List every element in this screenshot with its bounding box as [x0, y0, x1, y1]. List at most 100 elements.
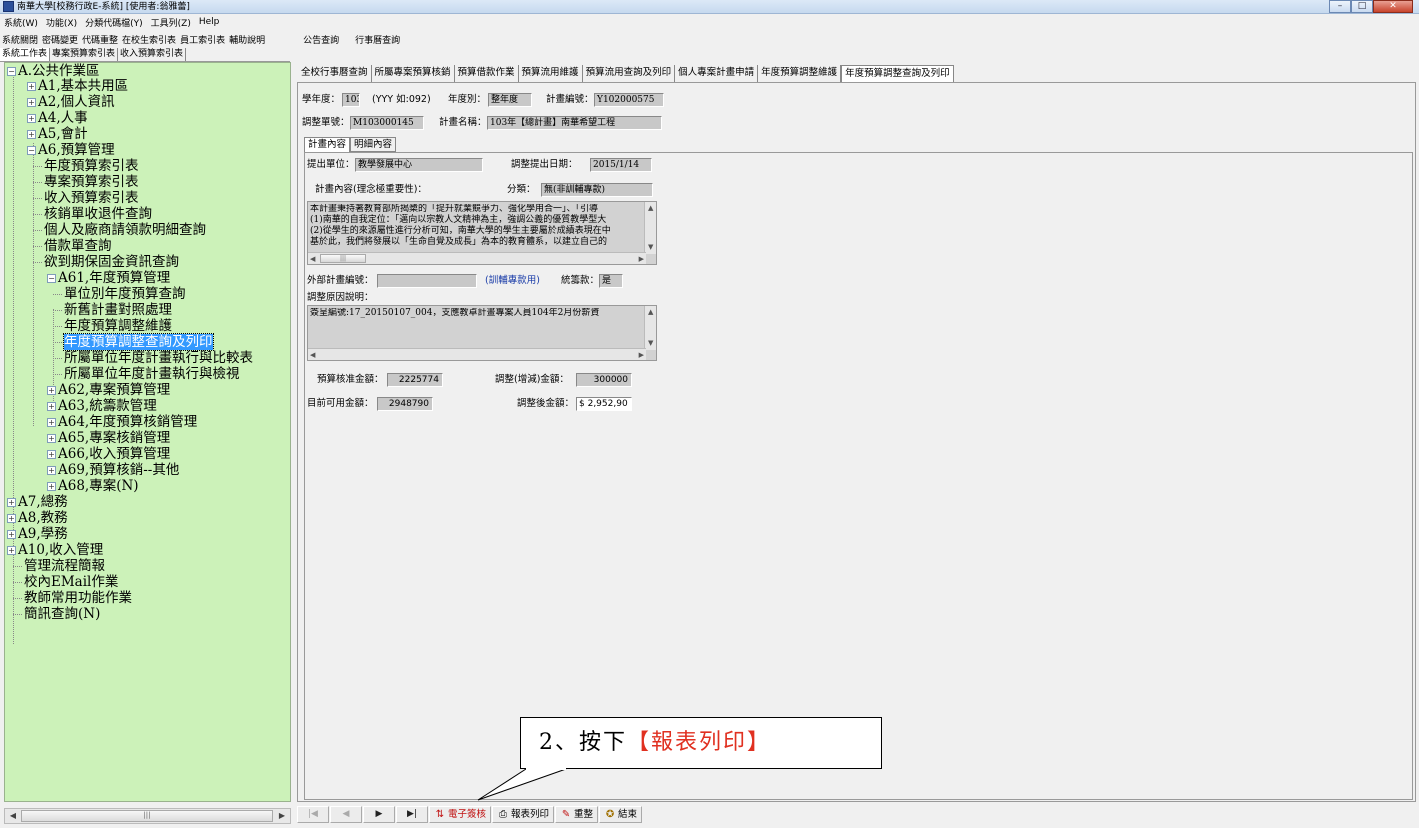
tree-node-a9[interactable]: + A9,學務: [7, 527, 68, 542]
tree-node-a2[interactable]: + A2,個人資訊: [27, 95, 115, 110]
collapse-icon[interactable]: −: [27, 146, 36, 155]
plan-no-field[interactable]: Y102000575: [594, 93, 664, 107]
reason-vertical-scrollbar[interactable]: ▲ ▼: [644, 306, 656, 350]
available-amount-field[interactable]: 2948790: [377, 397, 433, 411]
print-report-button[interactable]: ⎙ 報表列印: [492, 806, 555, 823]
scroll-left-icon[interactable]: ◀: [310, 350, 315, 360]
tree-horizontal-scrollbar[interactable]: ◀ ||| ▶: [4, 808, 291, 824]
tree-leaf[interactable]: 個人及廠商請領款明細查詢: [33, 223, 206, 238]
tree-node-a62[interactable]: + A62,專案預算管理: [47, 383, 170, 398]
expand-icon[interactable]: +: [27, 114, 36, 123]
tab-income-budget-index[interactable]: 收入預算索引表: [118, 48, 187, 61]
tab-budget-adjust-query[interactable]: 年度預算調整查詢及列印: [841, 65, 954, 82]
scroll-up-icon[interactable]: ▲: [648, 307, 653, 318]
category-field[interactable]: 無(非訓輔專款): [541, 183, 653, 197]
tree-leaf[interactable]: 校內EMail作業: [13, 575, 118, 590]
tab-plan-content[interactable]: 計畫內容: [304, 137, 351, 152]
expand-icon[interactable]: +: [7, 546, 16, 555]
close-button[interactable]: ✕: [1373, 0, 1413, 13]
scroll-right-icon[interactable]: ▶: [275, 810, 289, 822]
ext-plan-field[interactable]: [377, 274, 477, 288]
menu-calendar[interactable]: 行事曆查詢: [353, 33, 402, 46]
expand-icon[interactable]: +: [47, 386, 56, 395]
last-record-button[interactable]: ▶|: [396, 806, 428, 823]
tree-node-a10[interactable]: + A10,收入管理: [7, 543, 103, 558]
adjust-no-field[interactable]: M103000145: [350, 116, 424, 130]
tree-node-a69[interactable]: + A69,預算核銷--其他: [47, 463, 179, 478]
menu-staff-index[interactable]: 員工索引表: [178, 33, 227, 46]
scroll-thumb[interactable]: |||: [320, 254, 366, 263]
scroll-down-icon[interactable]: ▼: [648, 338, 653, 349]
tree-leaf[interactable]: 年度預算索引表: [33, 159, 139, 174]
tree-leaf[interactable]: 教師常用功能作業: [13, 591, 132, 606]
tree-node-a63[interactable]: + A63,統籌款管理: [47, 399, 157, 414]
expand-icon[interactable]: +: [27, 98, 36, 107]
tree-leaf[interactable]: 所屬單位年度計畫執行與檢視: [53, 367, 240, 382]
maximize-button[interactable]: □: [1351, 0, 1373, 13]
scroll-up-icon[interactable]: ▲: [648, 203, 653, 214]
tree-node-a64[interactable]: + A64,年度預算核銷管理: [47, 415, 197, 430]
content-vertical-scrollbar[interactable]: ▲ ▼: [644, 202, 656, 254]
pooled-field[interactable]: 是: [599, 274, 623, 288]
expand-icon[interactable]: +: [27, 130, 36, 139]
date-field[interactable]: 2015/1/14: [590, 158, 652, 172]
tree-node-a8[interactable]: + A8,教務: [7, 511, 68, 526]
menu-system[interactable]: 系統(W): [2, 16, 44, 29]
tree-leaf[interactable]: 所屬單位年度計畫執行與比較表: [53, 351, 253, 366]
expand-icon[interactable]: +: [7, 498, 16, 507]
scroll-thumb[interactable]: |||: [21, 810, 273, 822]
scroll-right-icon[interactable]: ▶: [639, 254, 644, 264]
tree-leaf[interactable]: 專案預算索引表: [33, 175, 139, 190]
tree-leaf[interactable]: 欲到期保固金資訊查詢: [33, 255, 179, 270]
next-record-button[interactable]: ▶: [363, 806, 395, 823]
expand-icon[interactable]: +: [7, 514, 16, 523]
menu-student-index[interactable]: 在校生索引表: [120, 33, 178, 46]
reason-horizontal-scrollbar[interactable]: ◀ ▶: [308, 348, 646, 360]
year-type-field[interactable]: 整年度: [488, 93, 532, 107]
tab-project-budget-index[interactable]: 專案預算索引表: [50, 48, 119, 61]
tree-leaf[interactable]: 年度預算調整維護: [53, 319, 172, 334]
reason-textarea[interactable]: 簽呈編號:17_20150107_004，支應教卓計畫專案人員104年2月份薪資…: [307, 305, 657, 361]
menu-function[interactable]: 功能(X): [44, 16, 83, 29]
first-record-button[interactable]: |◀: [297, 806, 329, 823]
plan-name-field[interactable]: 103年【總計畫】南華希望工程: [487, 116, 662, 130]
menu-help-doc[interactable]: 輔助說明: [227, 33, 267, 46]
tab-personal-project[interactable]: 個人專案計畫申請: [675, 65, 759, 82]
tree-node-a7[interactable]: + A7,總務: [7, 495, 68, 510]
menu-code-refresh[interactable]: 代碼重整: [80, 33, 120, 46]
tree-node-a4[interactable]: + A4,人事: [27, 111, 88, 126]
plan-content-textarea[interactable]: 本計畫秉持著教育部所揭櫫的「提升就業競爭力、強化學用合一」、「引導 (1)南華的…: [307, 201, 657, 265]
tab-budget-transfer-query[interactable]: 預算流用查詢及列印: [583, 65, 676, 82]
exit-button[interactable]: ✪ 結束: [599, 806, 643, 823]
tree-leaf-selected[interactable]: 年度預算調整查詢及列印: [53, 333, 214, 351]
expand-icon[interactable]: +: [47, 402, 56, 411]
tab-project-reimburse[interactable]: 所屬專案預算核銷: [372, 65, 455, 82]
after-amount-field[interactable]: $ 2,952,90: [576, 397, 632, 411]
minimize-button[interactable]: –: [1329, 0, 1351, 13]
tree-node-root[interactable]: − A.公共作業區: [7, 64, 100, 79]
prev-record-button[interactable]: ◀: [330, 806, 362, 823]
tree-leaf[interactable]: 單位別年度預算查詢: [53, 287, 186, 302]
scroll-right-icon[interactable]: ▶: [639, 350, 644, 360]
tab-budget-loan[interactable]: 預算借款作業: [455, 65, 519, 82]
unit-field[interactable]: 教學發展中心: [355, 158, 483, 172]
tree-node-a65[interactable]: + A65,專案核銷管理: [47, 431, 170, 446]
menu-toolbar[interactable]: 工具列(Z): [149, 16, 197, 29]
tab-detail-content[interactable]: 明細內容: [350, 137, 397, 152]
expand-icon[interactable]: +: [47, 450, 56, 459]
tab-budget-adjust-maint[interactable]: 年度預算調整維護: [758, 65, 842, 82]
year-field[interactable]: 103: [342, 93, 360, 107]
tree-leaf[interactable]: 借款單查詢: [33, 239, 112, 254]
menu-announcement[interactable]: 公告查詢: [301, 33, 341, 46]
tree-node-a66[interactable]: + A66,收入預算管理: [47, 447, 170, 462]
expand-icon[interactable]: +: [47, 482, 56, 491]
tab-system-worksheet[interactable]: 系統工作表: [0, 48, 51, 61]
tree-node-a61[interactable]: − A61,年度預算管理: [47, 271, 170, 286]
menu-system-close[interactable]: 系統關閉: [0, 33, 40, 46]
collapse-icon[interactable]: −: [7, 67, 16, 76]
tree-leaf[interactable]: 核銷單收退件查詢: [33, 207, 152, 222]
scroll-left-icon[interactable]: ◀: [310, 254, 315, 264]
tree-leaf[interactable]: 簡訊查詢(N): [13, 607, 100, 622]
tree-node-a68[interactable]: + A68,專案(N): [47, 479, 139, 494]
expand-icon[interactable]: +: [47, 418, 56, 427]
